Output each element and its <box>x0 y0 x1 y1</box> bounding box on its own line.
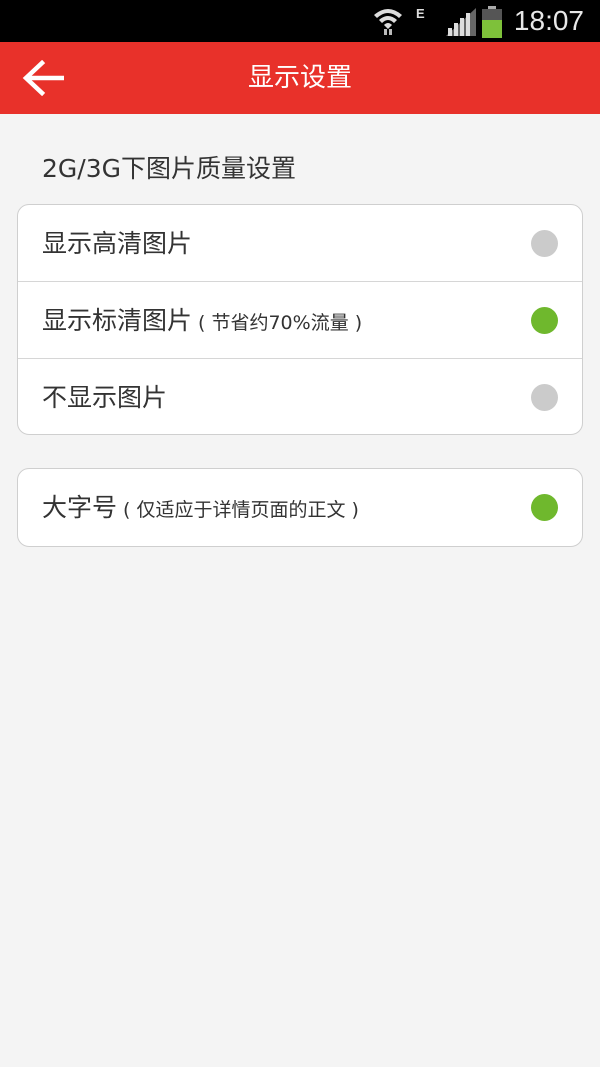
network-type-indicator: E <box>416 6 425 21</box>
option-large-font[interactable]: 大字号( 仅适应于详情页面的正文 ) <box>18 469 582 546</box>
status-bar: E 18:07 <box>0 0 600 42</box>
radio-indicator[interactable] <box>531 384 558 411</box>
option-label: 不显示图片 <box>42 383 168 412</box>
arrow-left-icon <box>22 60 64 96</box>
option-no-images[interactable]: 不显示图片 <box>18 359 582 434</box>
image-quality-options: 显示高清图片 显示标清图片( 节省约70%流量 ) 不显示图片 <box>17 204 583 435</box>
option-label: 大字号( 仅适应于详情页面的正文 ) <box>42 493 359 522</box>
battery-icon <box>482 6 502 38</box>
option-hd-images[interactable]: 显示高清图片 <box>18 205 582 282</box>
option-sd-images[interactable]: 显示标清图片( 节省约70%流量 ) <box>18 282 582 359</box>
status-time: 18:07 <box>513 5 584 36</box>
option-note: ( 节省约70%流量 ) <box>198 312 363 334</box>
page-title: 显示设置 <box>247 63 352 93</box>
radio-indicator-selected[interactable] <box>531 307 558 334</box>
radio-indicator[interactable] <box>531 230 558 257</box>
signal-icon <box>446 8 476 36</box>
font-size-options: 大字号( 仅适应于详情页面的正文 ) <box>17 468 583 547</box>
back-button[interactable] <box>18 54 68 102</box>
section-label-image-quality: 2G/3G下图片质量设置 <box>42 154 296 183</box>
app-bar: 显示设置 <box>0 42 600 114</box>
option-label: 显示高清图片 <box>42 229 193 258</box>
option-note: ( 仅适应于详情页面的正文 ) <box>123 499 359 521</box>
wifi-icon <box>374 9 402 35</box>
toggle-indicator-on[interactable] <box>531 494 558 521</box>
option-label: 显示标清图片( 节省约70%流量 ) <box>42 306 363 335</box>
